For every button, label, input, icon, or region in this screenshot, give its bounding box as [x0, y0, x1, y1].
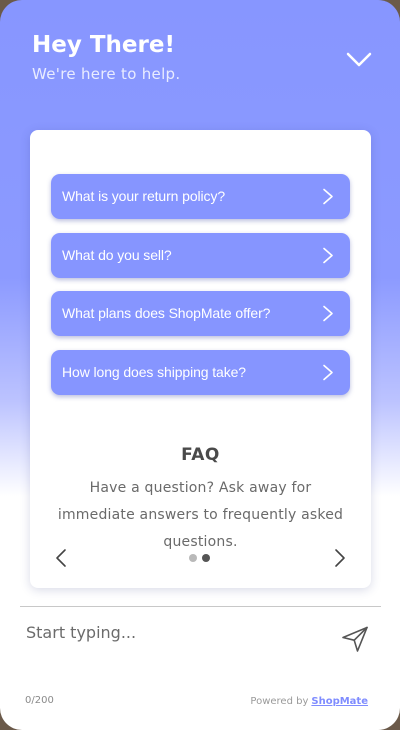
faq-item[interactable]: What is your return policy?	[51, 174, 350, 219]
pagination-dot-active[interactable]	[202, 554, 210, 562]
faq-description: Have a question? Ask away for immediate …	[57, 480, 344, 550]
faq-item-label: What plans does ShopMate offer?	[62, 305, 271, 321]
header-subtitle: We're here to help.	[32, 65, 181, 83]
powered-by: Powered by ShopMate	[250, 696, 368, 707]
faq-card: What is your return policy? What do you …	[30, 130, 371, 588]
send-button[interactable]	[340, 624, 370, 654]
faq-list: What is your return policy? What do you …	[51, 174, 350, 408]
send-icon	[342, 626, 368, 652]
brand-link[interactable]: ShopMate	[311, 696, 368, 707]
widget-header: Hey There! We're here to help.	[32, 30, 332, 83]
character-counter: 0/200	[25, 695, 54, 706]
faq-item[interactable]: What do you sell?	[51, 232, 350, 278]
chevron-right-icon	[323, 364, 333, 380]
chevron-right-icon	[323, 247, 333, 263]
composer-divider	[20, 606, 381, 607]
message-input[interactable]	[26, 618, 326, 646]
chevron-right-icon	[323, 305, 333, 322]
faq-item[interactable]: What plans does ShopMate offer?	[51, 291, 350, 336]
collapse-button[interactable]	[342, 46, 376, 74]
chevron-down-icon	[346, 52, 372, 67]
faq-title: FAQ	[181, 445, 220, 465]
faq-item[interactable]: How long does shipping take?	[51, 349, 350, 395]
chevron-right-icon	[323, 188, 333, 205]
chevron-right-icon	[335, 549, 345, 567]
faq-item-label: What is your return policy?	[62, 188, 226, 204]
chevron-left-icon	[56, 549, 66, 567]
faq-item-label: What do you sell?	[62, 246, 172, 263]
powered-by-label: Powered by	[250, 696, 309, 707]
header-title: Hey There!	[32, 32, 175, 58]
chat-widget: Hey There! We're here to help. What is y…	[0, 0, 400, 730]
carousel-prev-button[interactable]	[52, 547, 72, 569]
pagination-dot[interactable]	[189, 554, 197, 562]
carousel-next-button[interactable]	[330, 547, 350, 569]
faq-item-label: How long does shipping take?	[62, 363, 246, 380]
carousel-pagination	[189, 554, 219, 564]
